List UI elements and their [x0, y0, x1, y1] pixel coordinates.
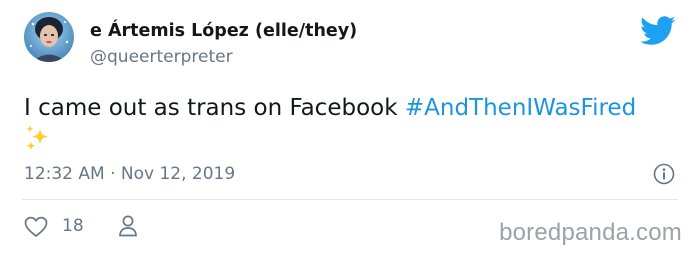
author-handle[interactable]: @queerterpreter	[90, 47, 233, 67]
tweet-body-text: I came out as trans on Facebook	[24, 95, 405, 121]
info-icon[interactable]	[653, 163, 675, 185]
tweet-text: I came out as trans on Facebook #AndThen…	[24, 92, 684, 161]
heart-icon[interactable]	[24, 216, 48, 238]
sparkles-icon	[24, 124, 52, 161]
hashtag-link[interactable]: #AndThenIWasFired	[405, 95, 636, 121]
divider	[22, 199, 678, 200]
like-count: 18	[62, 216, 84, 236]
watermark: boredpanda.com	[499, 219, 682, 246]
avatar[interactable]	[24, 12, 74, 62]
person-icon[interactable]	[118, 214, 138, 238]
twitter-bird-icon[interactable]	[640, 16, 676, 46]
author-name[interactable]: e Ártemis López (elle/they)	[90, 21, 357, 41]
tweet-timestamp[interactable]: 12:32 AM · Nov 12, 2019	[24, 164, 235, 184]
